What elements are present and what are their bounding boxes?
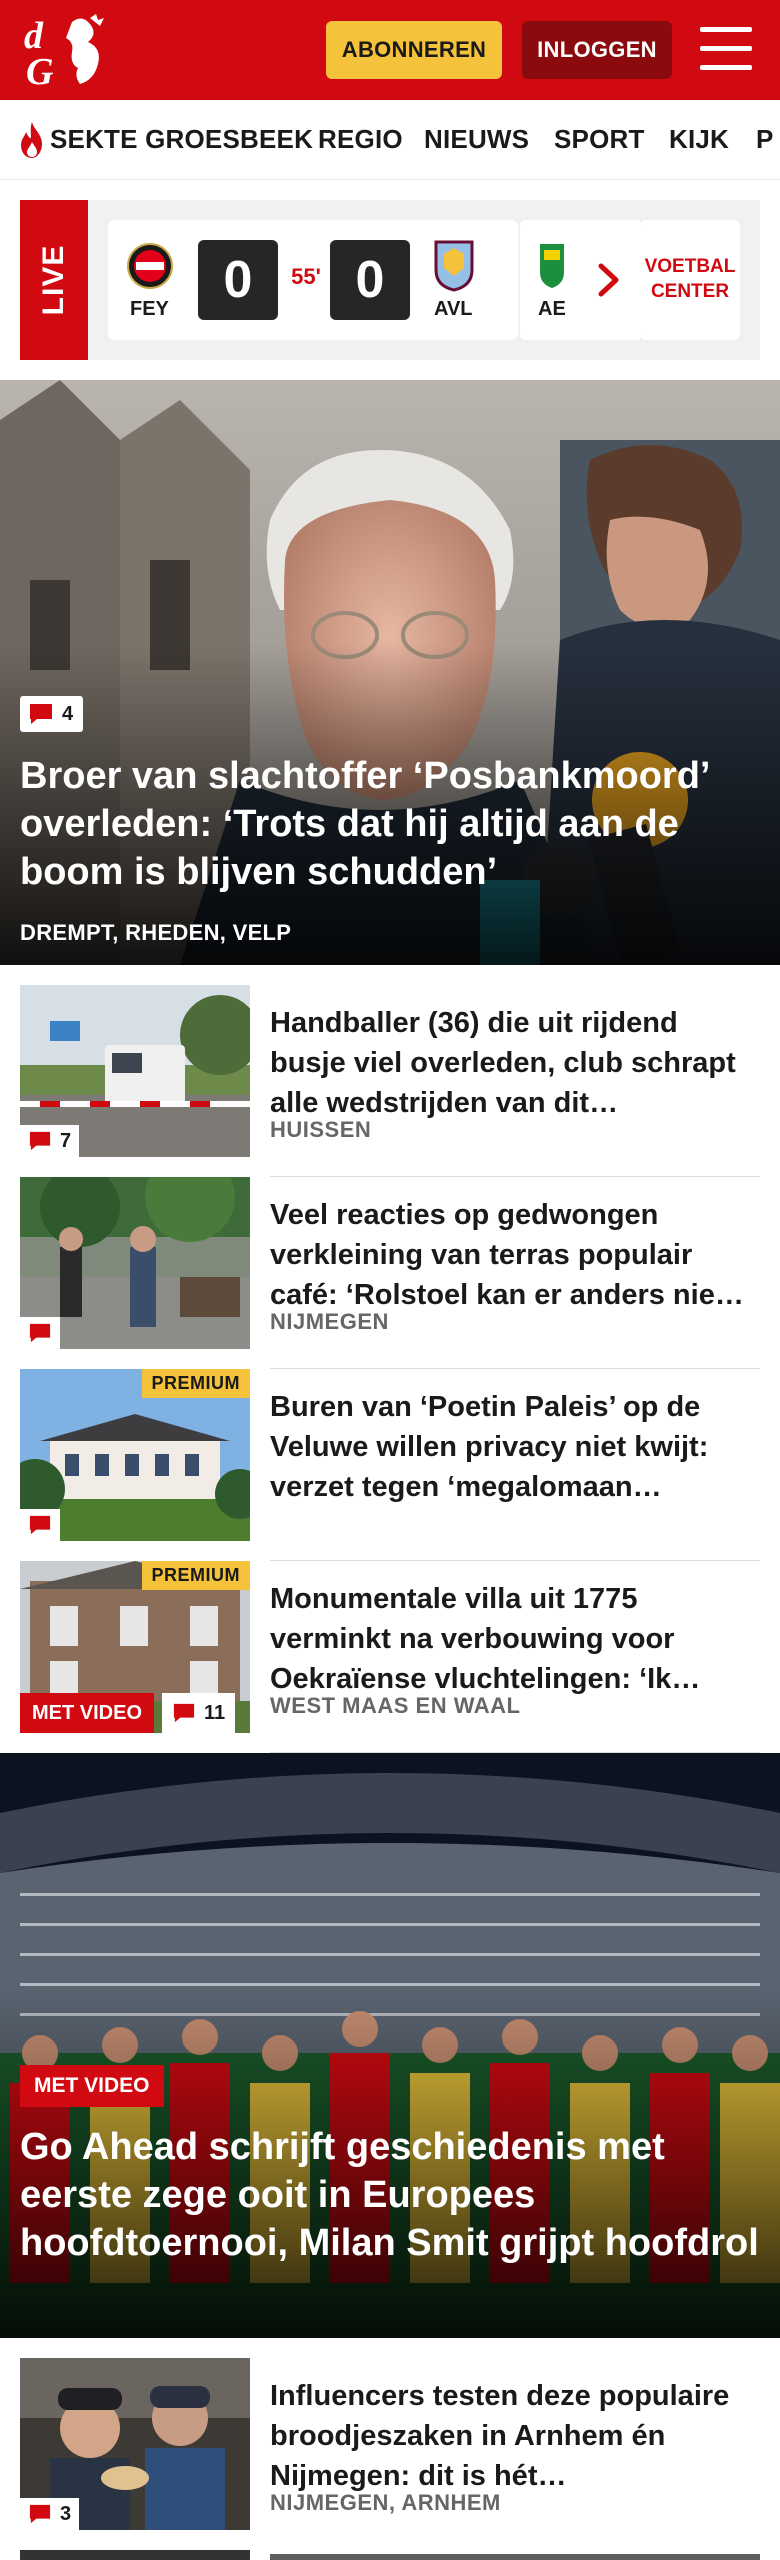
nav-item-nieuws[interactable]: NIEUWS <box>424 124 529 155</box>
video-badge: MET VIDEO <box>20 2065 164 2107</box>
article-title[interactable]: Monumentale villa uit 1775 verminkt na v… <box>270 1579 760 1699</box>
nav-item-sport[interactable]: SPORT <box>554 124 645 155</box>
comment-icon <box>29 1131 51 1151</box>
next-article-thumbnail <box>20 2550 250 2560</box>
article-comment-count <box>20 1509 60 1541</box>
menu-icon[interactable] <box>700 25 752 73</box>
live-match-card[interactable]: FEY 0 55' 0 AVL <box>108 220 518 340</box>
away-team-code: AVL <box>434 298 473 320</box>
logo[interactable]: d G <box>20 12 120 90</box>
article-thumbnail: PREMIUM <box>20 1369 250 1541</box>
live-label: LIVE <box>20 200 88 360</box>
article-location: WEST MAAS EN WAAL <box>270 1693 521 1718</box>
article-thumbnail: 3 <box>20 2358 250 2530</box>
article-comment-count: 7 <box>20 1125 80 1157</box>
article-title[interactable]: Buren van ‘Poetin Paleis’ op de Veluwe w… <box>270 1387 760 1507</box>
article-card[interactable]: 3 Influencers testen deze populaire broo… <box>20 2358 760 2550</box>
hero-location: DREMPT, RHEDEN, VELP <box>20 920 292 945</box>
article-title[interactable]: Veel reacties op gedwongen verkleining v… <box>270 1195 760 1315</box>
article-title[interactable]: Handballer (36) die uit rijdend busje vi… <box>270 1003 760 1123</box>
hero-article[interactable]: 4 Broer van slachtoffer ‘Posbankmoord’ o… <box>0 380 780 965</box>
article-thumbnail: PREMIUM MET VIDEO 11 <box>20 1561 250 1733</box>
article-card[interactable]: 7 Handballer (36) die uit rijdend busje … <box>20 985 760 1177</box>
next-team-code: AE <box>538 298 566 320</box>
article-comment-count <box>20 1317 60 1349</box>
article-comment-count: 3 <box>20 2498 80 2530</box>
away-score: 0 <box>330 240 410 320</box>
hero-title[interactable]: Broer van slachtoffer ‘Posbankmoord’ ove… <box>20 752 765 896</box>
comment-icon <box>29 1515 51 1535</box>
article-comment-count: 11 <box>162 1693 236 1733</box>
comment-icon <box>173 1703 195 1723</box>
hero-article-2[interactable]: MET VIDEO Go Ahead schrijft geschiedenis… <box>0 1753 780 2338</box>
article-card[interactable]: PREMIUM Buren van ‘Poetin Paleis’ op de … <box>20 1369 760 1561</box>
hero-title[interactable]: Go Ahead schrijft geschiedenis met eerst… <box>20 2123 765 2267</box>
video-badge: MET VIDEO <box>20 1693 155 1733</box>
section-nav: SEKTE GROESBEEK REGIO NIEUWS SPORT KIJK … <box>0 100 780 180</box>
premium-badge: PREMIUM <box>141 1369 250 1398</box>
article-thumbnail: 7 <box>20 985 250 1157</box>
article-thumbnail <box>20 1177 250 1349</box>
aston-villa-crest-icon <box>434 240 474 292</box>
comment-icon <box>30 704 52 724</box>
site-header: d G ABONNEREN INLOGGEN <box>0 0 780 100</box>
nav-item-sekte-groesbeek[interactable]: SEKTE GROESBEEK <box>50 124 313 155</box>
article-location: HUISSEN <box>270 1117 372 1142</box>
article-card[interactable]: PREMIUM MET VIDEO 11 Monumentale villa u… <box>20 1561 760 1753</box>
article-title[interactable]: Influencers testen deze populaire broodj… <box>270 2376 760 2496</box>
subscribe-button[interactable]: ABONNEREN <box>326 21 502 79</box>
chevron-right-icon <box>598 263 619 297</box>
nav-item-regio[interactable]: REGIO <box>318 124 403 155</box>
premium-badge: PREMIUM <box>141 1561 250 1590</box>
match-minute: 55' <box>291 264 321 289</box>
comment-icon <box>29 2504 51 2524</box>
voetbal-center-link[interactable]: VOETBAL CENTER <box>640 220 740 340</box>
article-location: NIJMEGEN <box>270 1309 389 1334</box>
ado-crest-icon <box>540 244 564 288</box>
article-card[interactable]: Veel reacties op gedwongen verkleining v… <box>20 1177 760 1369</box>
comment-icon <box>29 1323 51 1343</box>
next-article-title-edge <box>270 2554 760 2560</box>
nav-item-kijk[interactable]: KIJK <box>669 124 729 155</box>
svg-text:G: G <box>26 51 54 90</box>
nav-item-more[interactable]: P <box>756 124 774 155</box>
login-button[interactable]: INLOGGEN <box>522 21 672 79</box>
home-team-code: FEY <box>130 298 169 320</box>
home-score: 0 <box>198 240 278 320</box>
feyenoord-crest-icon <box>127 243 173 289</box>
article-location: NIJMEGEN, ARNHEM <box>270 2490 501 2515</box>
live-scores-bar: LIVE FEY 0 55' 0 AVL AE VOETBAL CENTER <box>20 200 760 360</box>
flame-icon <box>21 122 42 158</box>
hero-comment-count: 4 <box>20 696 84 732</box>
scores-next-button[interactable] <box>582 220 636 340</box>
